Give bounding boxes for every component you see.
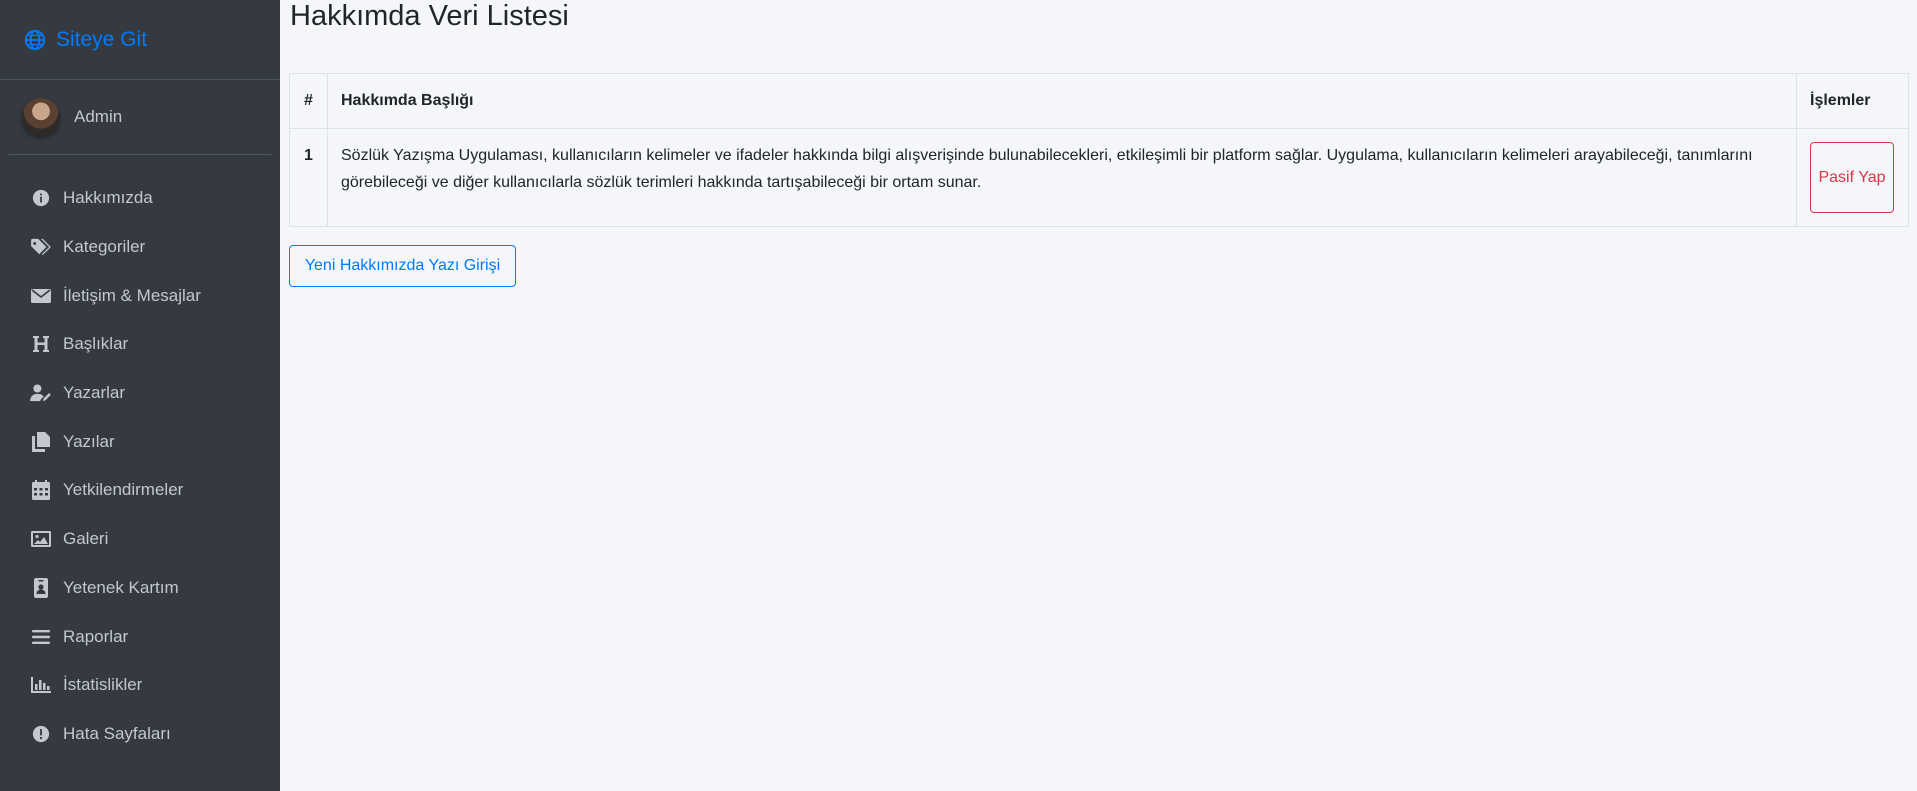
chart-bar-icon — [30, 675, 52, 695]
sidebar-nav: Hakkımızda Kategoriler İletişim & Mesajl… — [0, 155, 280, 758]
sidebar-item-label: Kategoriler — [63, 237, 146, 257]
id-badge-icon — [30, 577, 52, 598]
sidebar-item-basliklar[interactable]: Başlıklar — [0, 320, 280, 369]
sidebar-item-hakkimizda[interactable]: Hakkımızda — [0, 174, 280, 223]
bars-icon — [30, 627, 52, 647]
sidebar-item-label: Yazılar — [63, 431, 115, 451]
main-content: Hakkımda Veri Listesi # Hakkımda Başlığı… — [280, 0, 1917, 791]
sidebar-item-galeri[interactable]: Galeri — [0, 515, 280, 564]
tags-icon — [30, 237, 52, 257]
sidebar-item-iletisim[interactable]: İletişim & Mesajlar — [0, 271, 280, 320]
sidebar-item-hata-sayfalari[interactable]: Hata Sayfaları — [0, 710, 280, 759]
calendar-icon — [30, 480, 52, 501]
column-header-title: Hakkımda Başlığı — [327, 73, 1797, 129]
sidebar-item-raporlar[interactable]: Raporlar — [0, 612, 280, 661]
user-panel[interactable]: Admin — [9, 80, 271, 155]
sidebar-item-yetenek-kartim[interactable]: Yetenek Kartım — [0, 564, 280, 613]
sidebar-item-label: Yazarlar — [63, 383, 126, 403]
exclamation-circle-icon — [30, 724, 52, 744]
row-text: Sözlük Yazışma Uygulaması, kullanıcıları… — [327, 128, 1797, 227]
avatar — [22, 98, 60, 136]
heading-icon — [30, 334, 52, 354]
sidebar-item-kategoriler[interactable]: Kategoriler — [0, 223, 280, 272]
sidebar-item-yazarlar[interactable]: Yazarlar — [0, 369, 280, 418]
sidebar-item-yazilar[interactable]: Yazılar — [0, 417, 280, 466]
new-about-entry-button[interactable]: Yeni Hakkımızda Yazı Girişi — [289, 245, 516, 287]
sidebar-item-label: Hata Sayfaları — [63, 723, 171, 743]
sidebar: Siteye Git Admin Hakkımızda Kategoriler … — [0, 0, 280, 791]
sidebar-item-label: İletişim & Mesajlar — [63, 285, 201, 305]
about-table: # Hakkımda Başlığı İşlemler 1 Sözlük Yaz… — [289, 73, 1909, 227]
sidebar-item-label: Başlıklar — [63, 334, 129, 354]
info-circle-icon — [30, 188, 52, 208]
column-header-number: # — [289, 73, 328, 129]
sidebar-item-label: Raporlar — [63, 626, 129, 646]
globe-icon — [24, 29, 46, 51]
sidebar-item-yetkilendirmeler[interactable]: Yetkilendirmeler — [0, 466, 280, 515]
row-number: 1 — [289, 128, 328, 227]
sidebar-item-label: İstatislikler — [63, 675, 143, 695]
image-icon — [30, 529, 52, 549]
table-row: 1 Sözlük Yazışma Uygulaması, kullanıcıla… — [289, 128, 1909, 227]
sidebar-item-label: Hakkımızda — [63, 188, 153, 208]
user-edit-icon — [30, 383, 52, 403]
deactivate-button[interactable]: Pasif Yap — [1810, 142, 1894, 213]
sidebar-item-istatislikler[interactable]: İstatislikler — [0, 661, 280, 710]
table-header-row: # Hakkımda Başlığı İşlemler — [289, 73, 1909, 129]
user-name: Admin — [74, 107, 123, 126]
sidebar-item-label: Galeri — [63, 529, 109, 549]
envelope-icon — [30, 286, 52, 306]
brand-link[interactable]: Siteye Git — [0, 0, 280, 80]
sidebar-item-label: Yetenek Kartım — [63, 577, 179, 597]
sidebar-item-label: Yetkilendirmeler — [63, 480, 184, 500]
copy-icon — [30, 431, 52, 452]
page-title: Hakkımda Veri Listesi — [290, 0, 569, 32]
row-actions: Pasif Yap — [1796, 128, 1909, 227]
column-header-actions: İşlemler — [1796, 73, 1909, 129]
brand-label: Siteye Git — [56, 27, 148, 51]
